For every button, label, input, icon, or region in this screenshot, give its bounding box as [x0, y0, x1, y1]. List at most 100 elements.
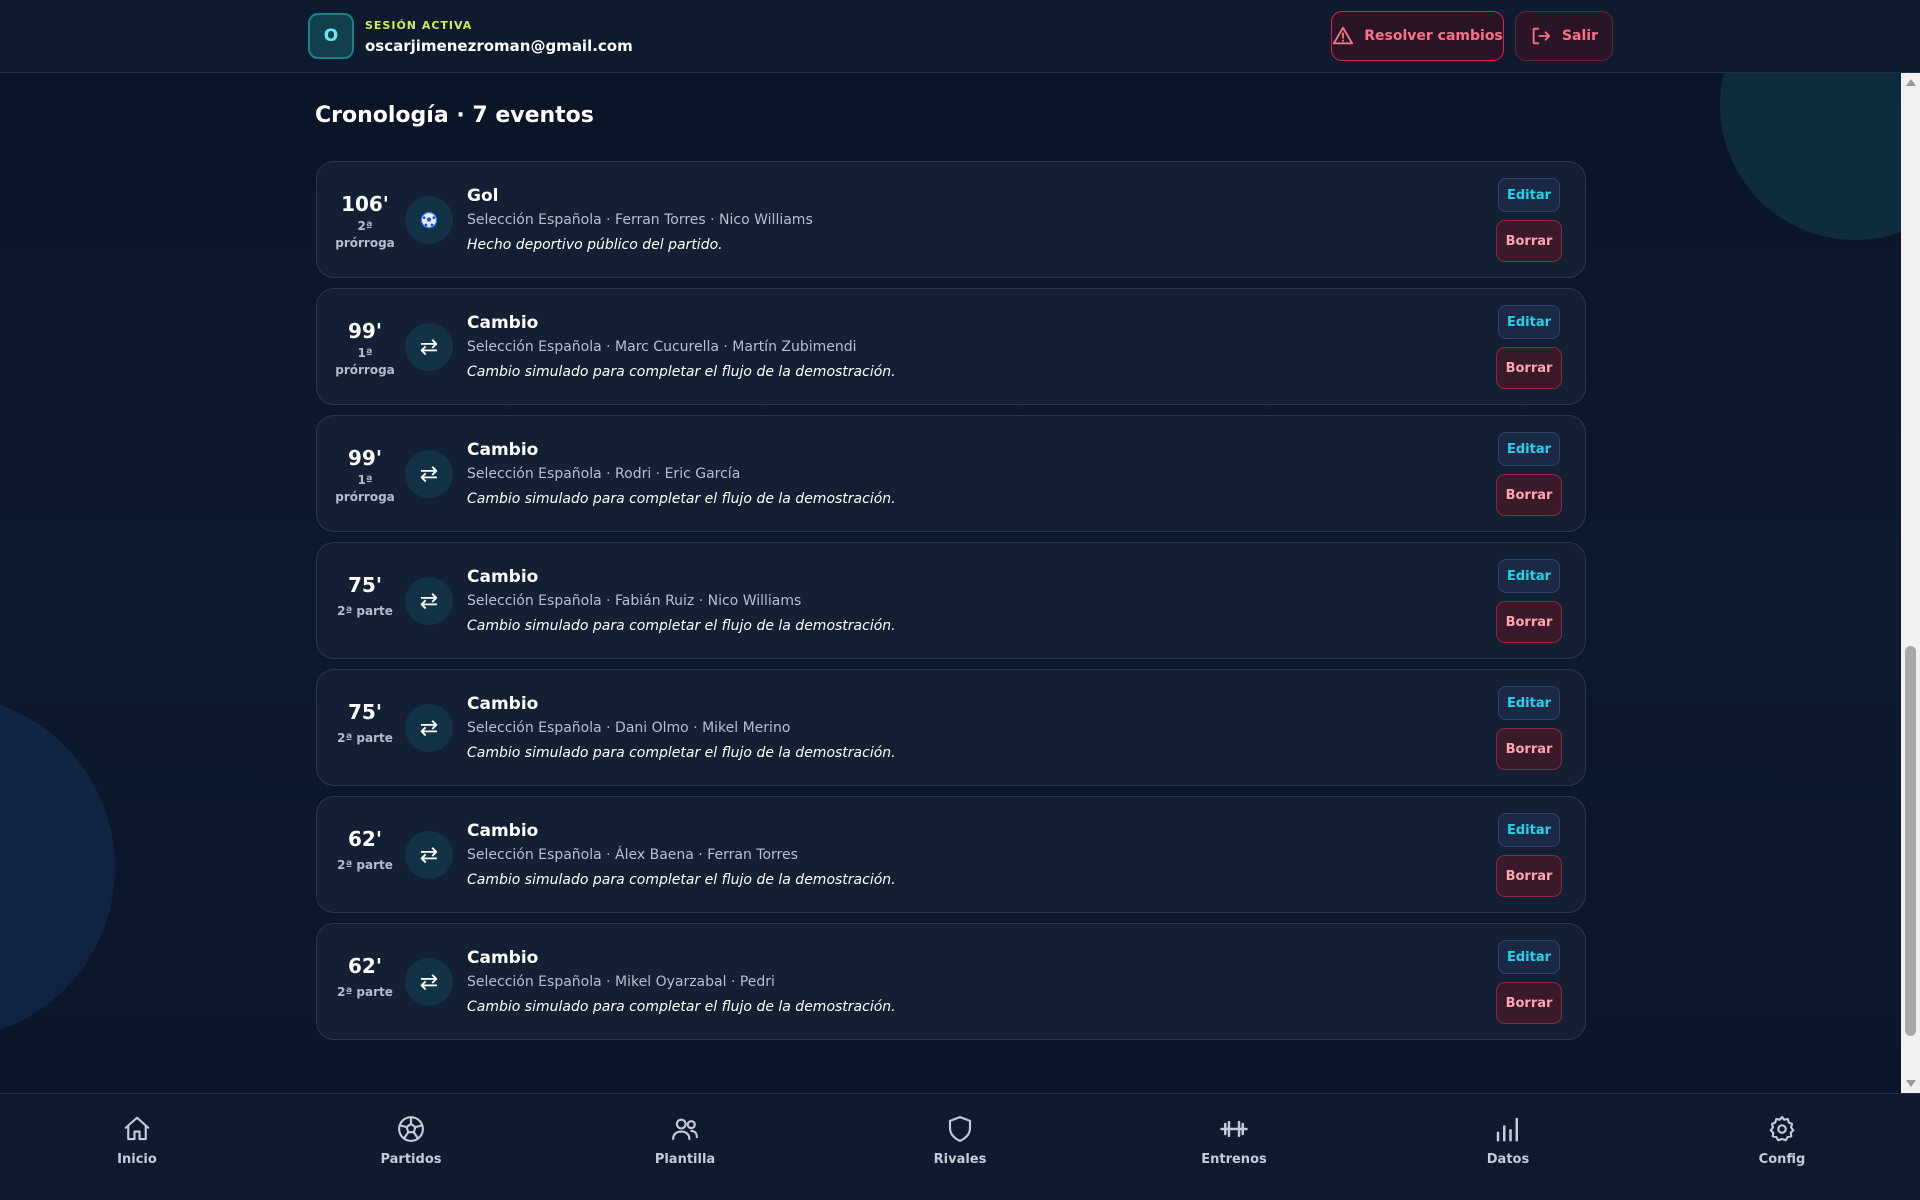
delete-event-button[interactable]: Borrar	[1496, 220, 1562, 262]
event-period-line1: 2ª	[357, 219, 373, 233]
nav-item-datos[interactable]: Datos	[1448, 1114, 1568, 1167]
gear-icon	[1722, 1114, 1842, 1144]
scroll-up-arrow-icon[interactable]	[1906, 79, 1916, 86]
event-type: Cambio	[467, 313, 539, 333]
nav-label: Rivales	[933, 1152, 987, 1167]
event-type: Cambio	[467, 821, 539, 841]
event-period-line2: prórroga	[335, 363, 395, 377]
event-period: 2ª parte	[329, 603, 401, 620]
event-minute: 75'	[348, 700, 382, 724]
vertical-scrollbar[interactable]	[1901, 73, 1920, 1093]
nav-item-config[interactable]: Config	[1722, 1114, 1842, 1167]
home-icon	[77, 1114, 197, 1144]
event-meta: Selección Española · Ferran Torres · Nic…	[467, 212, 813, 228]
swap-arrows-icon: ⇄	[405, 577, 453, 625]
edit-event-button[interactable]: Editar	[1498, 940, 1560, 974]
nav-item-rivales[interactable]: Rivales	[900, 1114, 1020, 1167]
event-minute: 99'	[348, 319, 382, 343]
delete-event-button[interactable]: Borrar	[1496, 855, 1562, 897]
resolve-changes-label: Resolver cambios	[1364, 28, 1503, 44]
soccer-ball-icon	[351, 1114, 471, 1144]
nav-item-inicio[interactable]: Inicio	[77, 1114, 197, 1167]
swap-arrows-icon: ⇄	[405, 831, 453, 879]
edit-event-button[interactable]: Editar	[1498, 305, 1560, 339]
event-card: 75' 2ª parte ⇄ Cambio Selección Española…	[316, 542, 1586, 659]
event-minute: 62'	[348, 827, 382, 851]
session-label: SESIÓN ACTIVA	[365, 19, 473, 32]
swap-arrows-icon: ⇄	[405, 323, 453, 371]
page: O SESIÓN ACTIVA oscarjimenezroman@gmail.…	[0, 0, 1920, 1200]
nav-label: Datos	[1486, 1152, 1530, 1167]
event-type: Cambio	[467, 694, 539, 714]
users-icon	[625, 1114, 745, 1144]
nav-item-entrenos[interactable]: Entrenos	[1174, 1114, 1294, 1167]
nav-item-plantilla[interactable]: Plantilla	[625, 1114, 745, 1167]
event-meta: Selección Española · Fabián Ruiz · Nico …	[467, 593, 802, 609]
scroll-down-arrow-icon[interactable]	[1906, 1080, 1916, 1087]
swap-arrows-icon: ⇄	[405, 704, 453, 752]
event-period: 1ª prórroga	[329, 472, 401, 506]
swap-arrows-icon: ⇄	[405, 450, 453, 498]
event-meta: Selección Española · Dani Olmo · Mikel M…	[467, 720, 791, 736]
edit-event-button[interactable]: Editar	[1498, 559, 1560, 593]
event-minute: 99'	[348, 446, 382, 470]
event-minute: 62'	[348, 954, 382, 978]
event-period: 2ª prórroga	[329, 218, 401, 252]
event-card: 106' 2ª prórroga Gol Selección Española …	[316, 161, 1586, 278]
session-email: oscarjimenezroman@gmail.com	[365, 37, 633, 55]
bottom-navigation: Inicio Partidos Plantilla Rivales Entren…	[0, 1093, 1920, 1200]
event-card: 62' 2ª parte ⇄ Cambio Selección Española…	[316, 796, 1586, 913]
event-minute: 106'	[341, 192, 389, 216]
nav-label: Config	[1758, 1152, 1806, 1167]
event-list: 106' 2ª prórroga Gol Selección Española …	[316, 161, 1586, 1050]
event-note: Cambio simulado para completar el flujo …	[467, 999, 896, 1015]
event-meta: Selección Española · Rodri · Eric García	[467, 466, 741, 482]
delete-event-button[interactable]: Borrar	[1496, 474, 1562, 516]
swap-arrows-icon: ⇄	[405, 958, 453, 1006]
event-card: 62' 2ª parte ⇄ Cambio Selección Española…	[316, 923, 1586, 1040]
scrollbar-thumb[interactable]	[1905, 646, 1916, 1036]
event-type: Gol	[467, 186, 499, 206]
event-card: 99' 1ª prórroga ⇄ Cambio Selección Españ…	[316, 415, 1586, 532]
edit-event-button[interactable]: Editar	[1498, 432, 1560, 466]
edit-event-button[interactable]: Editar	[1498, 813, 1560, 847]
event-meta: Selección Española · Álex Baena · Ferran…	[467, 847, 798, 863]
event-period: 2ª parte	[329, 730, 401, 747]
event-period-line2: prórroga	[335, 490, 395, 504]
event-note: Cambio simulado para completar el flujo …	[467, 491, 896, 507]
bar-chart-icon	[1448, 1114, 1568, 1144]
event-note: Cambio simulado para completar el flujo …	[467, 364, 896, 380]
event-note: Cambio simulado para completar el flujo …	[467, 745, 896, 761]
event-period-line1: 1ª	[357, 473, 373, 487]
event-meta: Selección Española · Marc Cucurella · Ma…	[467, 339, 857, 355]
event-period-line1: 2ª parte	[337, 731, 393, 745]
warning-triangle-icon	[1332, 25, 1354, 47]
avatar[interactable]: O	[308, 13, 354, 59]
decorative-circle-left	[0, 695, 115, 1040]
edit-event-button[interactable]: Editar	[1498, 686, 1560, 720]
delete-event-button[interactable]: Borrar	[1496, 601, 1562, 643]
edit-event-button[interactable]: Editar	[1498, 178, 1560, 212]
event-period: 2ª parte	[329, 984, 401, 1001]
delete-event-button[interactable]: Borrar	[1496, 347, 1562, 389]
nav-label: Partidos	[380, 1152, 442, 1167]
delete-event-button[interactable]: Borrar	[1496, 982, 1562, 1024]
nav-label: Entrenos	[1201, 1152, 1267, 1167]
nav-item-partidos[interactable]: Partidos	[351, 1114, 471, 1167]
event-note: Cambio simulado para completar el flujo …	[467, 618, 896, 634]
event-card: 75' 2ª parte ⇄ Cambio Selección Española…	[316, 669, 1586, 786]
event-note: Hecho deportivo público del partido.	[467, 237, 723, 253]
nav-label: Inicio	[117, 1152, 157, 1167]
event-meta: Selección Española · Mikel Oyarzabal · P…	[467, 974, 775, 990]
delete-event-button[interactable]: Borrar	[1496, 728, 1562, 770]
event-period: 1ª prórroga	[329, 345, 401, 379]
event-minute: 75'	[348, 573, 382, 597]
dumbbell-icon	[1174, 1114, 1294, 1144]
logout-label: Salir	[1561, 28, 1599, 44]
event-period: 2ª parte	[329, 857, 401, 874]
event-period-line1: 2ª parte	[337, 858, 393, 872]
logout-button[interactable]: Salir	[1515, 11, 1613, 61]
resolve-changes-button[interactable]: Resolver cambios	[1331, 11, 1504, 61]
logout-icon	[1530, 25, 1552, 47]
soccer-ball-icon	[405, 196, 453, 244]
